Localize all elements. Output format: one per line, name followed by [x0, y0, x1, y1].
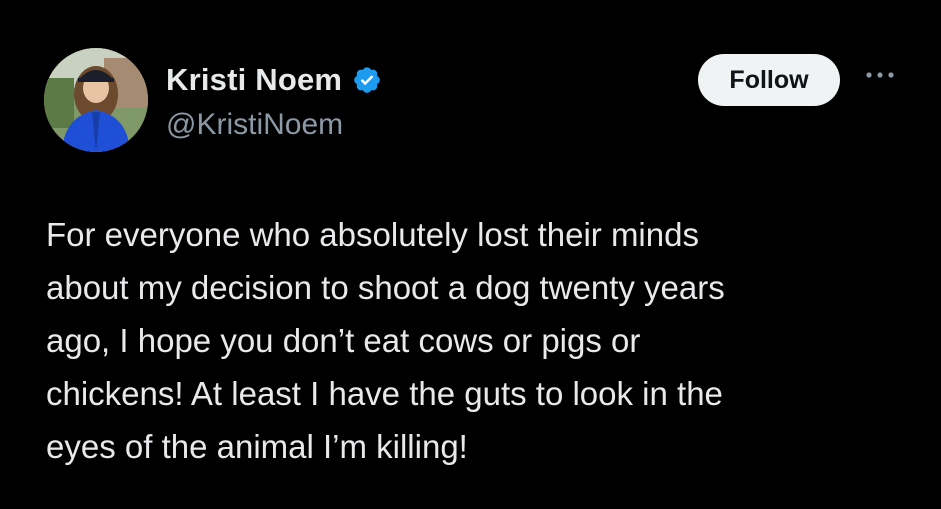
- follow-button[interactable]: Follow: [698, 54, 840, 106]
- display-name[interactable]: Kristi Noem: [166, 62, 342, 98]
- tweet-card: Kristi Noem @KristiNoem Follow For every…: [0, 0, 941, 509]
- author-handle[interactable]: @KristiNoem: [166, 108, 343, 142]
- verified-badge-icon: [352, 65, 382, 95]
- tweet-text: For everyone who absolutely lost their m…: [46, 216, 725, 465]
- author-name-row: Kristi Noem: [166, 60, 382, 100]
- profile-photo: [44, 48, 148, 152]
- more-options-icon[interactable]: [860, 60, 900, 90]
- avatar[interactable]: [44, 48, 148, 152]
